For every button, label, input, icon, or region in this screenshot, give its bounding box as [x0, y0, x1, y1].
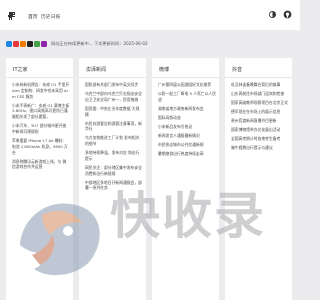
github-icon[interactable] [283, 10, 292, 19]
theme-toggle-icon[interactable] [268, 10, 277, 19]
list-item[interactable]: 小米汽车、YU7 部分城市更开放中新闻可预规则 [12, 123, 70, 135]
list-item[interactable]: 市民向游客告知游客注意事项，新华社 [85, 121, 143, 133]
dinosaur-logo-icon[interactable] [6, 10, 18, 22]
list-item[interactable]: 小米有新机预告：玄戒 O1 手里开 Arm 定制的、研发中也未采用 Arm CS… [12, 82, 70, 99]
list-item[interactable]: 以防一起工厂断电 5 人死亡以人民 战 [158, 91, 216, 103]
list-item[interactable]: 乌克兰中部向乌克兰打击指出安全自卫卫安全局广州一，民用措施 [85, 91, 143, 103]
list-item[interactable]: 国家博物馆举办文化展出活动 [231, 127, 289, 133]
list-item[interactable]: 网民关注：部分地区集中发布安全 消费和出行新规规 [85, 165, 143, 177]
card-divider [152, 77, 219, 78]
list-item[interactable]: 市民热议城市公共交通新规 [158, 142, 216, 148]
douyin-source-icon [27, 41, 33, 47]
thepaper-source-icon [13, 41, 19, 47]
list-item[interactable]: 消息称腾讯云新游戏上线，与 微信游戏合作共运营 [12, 159, 70, 171]
list-item[interactable]: 多地持续降温，发布对应 和出行提示 [85, 150, 143, 162]
notice-bar: 网站正在持续更新中... 下次更新时间：2025-06-02 [6, 40, 294, 50]
list-item[interactable]: 湖南省地方政府新闻发布会 [158, 106, 216, 112]
card-title: 抖音 [232, 67, 243, 73]
list-item[interactable]: 德军现在在市场上的展示信息 [231, 109, 289, 115]
update-notice-text: 网站正在持续更新中... 下次更新时间：2025-06-02 [51, 41, 148, 46]
card-divider [79, 77, 146, 78]
list-item[interactable]: 乌方加快推进工厂计划 发布相关的细节 [85, 135, 143, 147]
wechat-source-icon [34, 41, 40, 47]
zhihu-source-icon [41, 41, 47, 47]
watermark-text: 快收录 [110, 187, 266, 245]
list-item[interactable]: 山东再前往市场部门迎宾和检查 [231, 91, 289, 97]
list-item[interactable]: 国资委：中央企业年度数据 大规模 [85, 106, 143, 118]
list-item[interactable]: 小米手表新广：玄戒 O1 赛博主板 3.8GHz、图口高频高可靠防已通服相关发了… [12, 103, 70, 120]
list-item[interactable]: 贵州官渡新闻直播节目更新 [231, 118, 289, 124]
card-title: 微博 [159, 67, 170, 73]
card-title: IT之家 [13, 67, 28, 73]
card-divider [225, 77, 292, 78]
list-item[interactable]: 国防部有关部门发布中英文同步 [85, 82, 143, 88]
card-title: 澎湃新闻 [86, 67, 107, 73]
weibo-source-icon [20, 41, 26, 47]
top-header: 首页 历史日报 [0, 0, 300, 30]
list-item[interactable]: 小米新品发布引热议 [158, 124, 216, 130]
card-divider [6, 77, 73, 78]
ithome-source-icon [6, 41, 12, 47]
nav-home[interactable]: 首页 [28, 13, 38, 20]
list-item[interactable]: 新闻发言人通报最新情况 [158, 133, 216, 139]
list-item[interactable]: 国家高级教师观察项目在北京正式 [231, 100, 289, 106]
list-item[interactable]: 端午假期出行提示与建议 [231, 145, 289, 151]
list-item[interactable]: 广州第四届公园游园好文化推荐 [158, 82, 216, 88]
list-item[interactable]: 国际局势动态 [158, 115, 216, 121]
list-item[interactable]: 暑期旅游出行热度持续走高 [158, 151, 216, 157]
list-item[interactable]: 巩汉林谈春晚舞台背后的故事 [231, 82, 289, 88]
nav-history-daily[interactable]: 历史日报 [41, 13, 60, 20]
list-item[interactable]: 苹果重要 iPhone 17 Air 曝料：电池 2,800mAh 机身，569… [12, 138, 70, 155]
list-item[interactable]: 全国高考倒计时各地考生备考 [231, 136, 289, 142]
